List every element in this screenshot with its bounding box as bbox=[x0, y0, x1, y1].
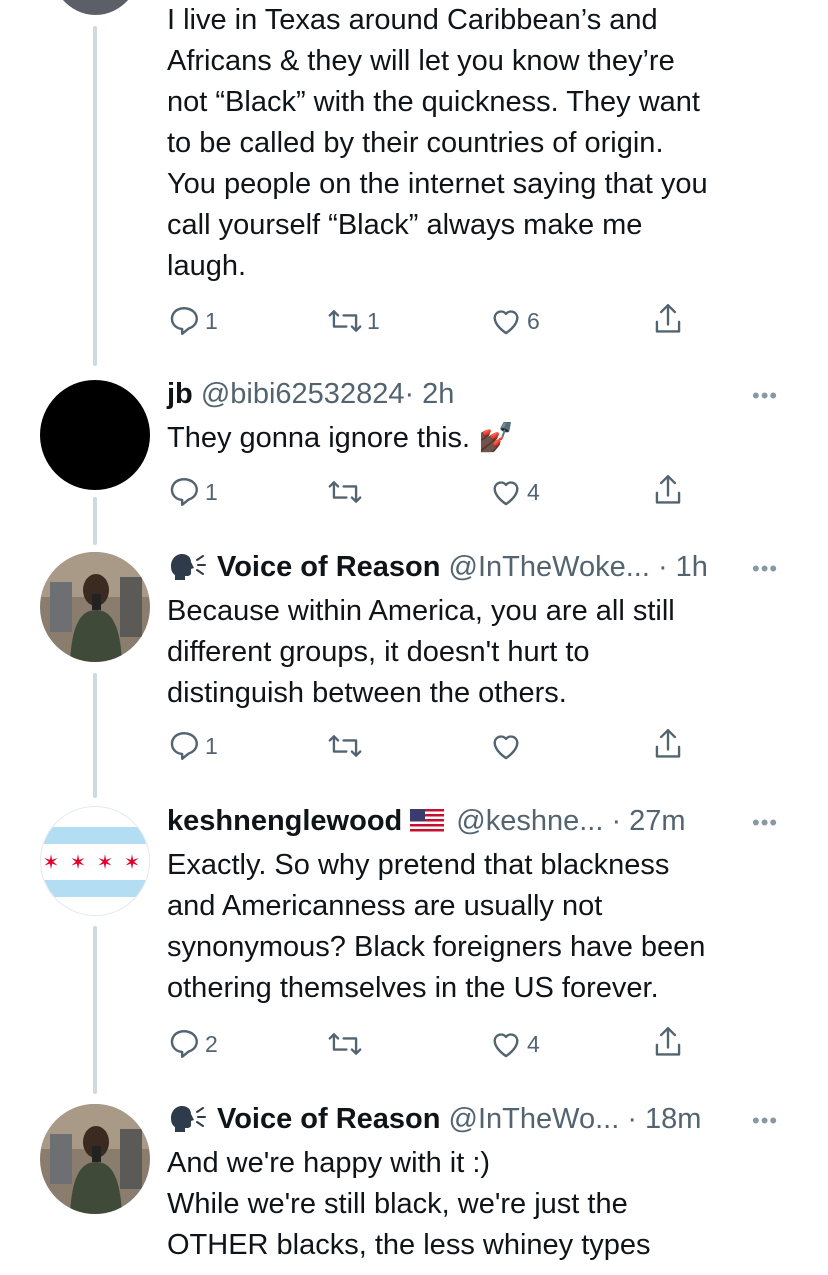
retweet-icon bbox=[328, 735, 362, 757]
more-options-icon[interactable]: ••• bbox=[752, 812, 778, 834]
reply-icon bbox=[170, 307, 198, 335]
retweet-icon bbox=[328, 1033, 362, 1055]
thread-line bbox=[93, 497, 97, 545]
timestamp: · 27m bbox=[603, 805, 686, 837]
avatar[interactable]: ✶ ✶ ✶ ✶ bbox=[40, 806, 150, 916]
retweet-button[interactable]: 1 bbox=[327, 304, 380, 338]
heart-icon bbox=[493, 310, 519, 335]
thread-line bbox=[93, 26, 97, 366]
profile-photo bbox=[40, 1104, 150, 1214]
avatar[interactable] bbox=[40, 380, 150, 490]
user-handle[interactable]: @bibi62532824 bbox=[201, 378, 405, 410]
user-handle[interactable]: @keshne... bbox=[456, 805, 603, 837]
heart-icon bbox=[493, 481, 519, 506]
retweet-button[interactable] bbox=[327, 475, 367, 509]
speaking-head-icon bbox=[171, 554, 206, 580]
tweet-text: Because within America, you are all stil… bbox=[167, 595, 675, 709]
svg-text:✶: ✶ bbox=[70, 850, 87, 874]
reply-count: 1 bbox=[205, 478, 218, 505]
avatar[interactable] bbox=[40, 552, 150, 662]
display-name[interactable]: jb bbox=[167, 378, 193, 410]
tweet-text: They gonna ignore this. 💅🏿 bbox=[167, 422, 515, 454]
speaking-head-icon bbox=[171, 1106, 206, 1132]
profile-photo bbox=[40, 552, 150, 662]
user-handle[interactable]: @InTheWo... bbox=[449, 1103, 620, 1135]
retweet-icon bbox=[328, 310, 362, 332]
tweet-header: Voice of Reason @InTheWoke... · 1h bbox=[167, 549, 708, 585]
heart-icon bbox=[493, 735, 519, 760]
tweet-header: Voice of Reason @InTheWo... · 18m bbox=[167, 1101, 701, 1137]
retweet-count: 1 bbox=[367, 307, 380, 334]
reply-count: 1 bbox=[205, 732, 218, 759]
like-button[interactable]: 4 bbox=[489, 1027, 540, 1061]
reply-button[interactable]: 1 bbox=[167, 475, 218, 509]
share-button[interactable] bbox=[651, 473, 685, 507]
reply-button[interactable]: 1 bbox=[167, 304, 218, 338]
user-handle[interactable]: @InTheWoke... bbox=[449, 551, 650, 583]
heart-icon bbox=[493, 1033, 519, 1058]
share-icon bbox=[655, 1026, 681, 1056]
reply-icon bbox=[170, 732, 198, 760]
like-button[interactable]: 4 bbox=[489, 475, 540, 509]
thread-line bbox=[93, 673, 97, 798]
reply-icon bbox=[170, 1030, 198, 1058]
share-button[interactable] bbox=[651, 1025, 685, 1059]
tweet-header: keshnenglewood @keshne... · 27m bbox=[167, 803, 686, 839]
retweet-button[interactable] bbox=[327, 729, 367, 763]
svg-text:✶: ✶ bbox=[43, 850, 60, 874]
display-name[interactable]: keshnenglewood bbox=[167, 805, 402, 837]
tweet-text: And we're happy with it :) While we're s… bbox=[167, 1147, 651, 1261]
share-icon bbox=[655, 474, 681, 504]
timestamp: · 2h bbox=[404, 378, 455, 410]
reply-count: 2 bbox=[205, 1030, 218, 1057]
avatar[interactable] bbox=[40, 1104, 150, 1214]
tweet-text: I live in Texas around Caribbean’s and A… bbox=[167, 4, 708, 282]
like-button[interactable]: 6 bbox=[489, 304, 540, 338]
reply-count: 1 bbox=[205, 307, 218, 334]
share-button[interactable] bbox=[651, 727, 685, 761]
retweet-icon bbox=[328, 481, 362, 503]
reply-icon bbox=[170, 478, 198, 506]
avatar[interactable] bbox=[48, 0, 143, 15]
share-icon bbox=[655, 303, 681, 333]
retweet-button[interactable] bbox=[327, 1027, 367, 1061]
reply-button[interactable]: 2 bbox=[167, 1027, 218, 1061]
us-flag-icon bbox=[410, 809, 445, 833]
thread-line bbox=[93, 926, 97, 1094]
tweet-header: jb @bibi62532824· 2h bbox=[167, 376, 454, 412]
display-name[interactable]: Voice of Reason bbox=[217, 1103, 440, 1135]
share-icon bbox=[655, 728, 681, 758]
chicago-flag-icon: ✶ ✶ ✶ ✶ bbox=[41, 807, 149, 915]
svg-text:✶: ✶ bbox=[124, 850, 141, 874]
like-count: 6 bbox=[527, 307, 540, 334]
like-count: 4 bbox=[527, 478, 540, 505]
more-options-icon[interactable]: ••• bbox=[752, 1110, 778, 1132]
svg-text:✶: ✶ bbox=[97, 850, 114, 874]
timestamp: · 18m bbox=[619, 1103, 702, 1135]
reply-button[interactable]: 1 bbox=[167, 729, 218, 763]
more-options-icon[interactable]: ••• bbox=[752, 385, 778, 407]
like-count: 4 bbox=[527, 1030, 540, 1057]
like-button[interactable] bbox=[489, 729, 527, 763]
tweet-text: Exactly. So why pretend that blackness a… bbox=[167, 849, 706, 1004]
more-options-icon[interactable]: ••• bbox=[752, 558, 778, 580]
share-button[interactable] bbox=[651, 302, 685, 336]
timestamp: · 1h bbox=[649, 551, 708, 583]
display-name[interactable]: Voice of Reason bbox=[217, 551, 440, 583]
